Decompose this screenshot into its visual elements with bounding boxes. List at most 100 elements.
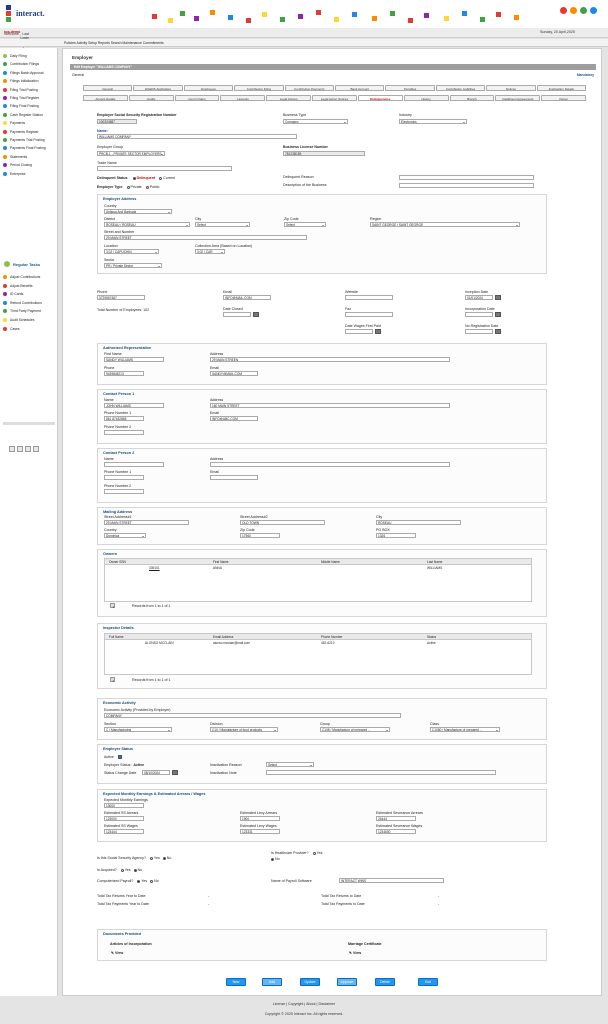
cp1-email-field[interactable]: INFO@ABC.COM: [210, 416, 258, 421]
acquired-no-radio[interactable]: [133, 868, 137, 872]
tab[interactable]: Inactivation Details: [536, 85, 586, 91]
economic-provided-field[interactable]: COMPANY: [104, 713, 401, 718]
employer-group-select[interactable]: PRCB-1 - PRIVATE SECTOR EMPLOYERS: [97, 151, 165, 156]
payroll-software-field[interactable]: INTERACT WINS: [339, 878, 444, 883]
sidebar-item[interactable]: Payments: [3, 120, 57, 128]
sidebar-item[interactable]: Filing Trial Register: [3, 95, 57, 103]
sidebar-item[interactable]: Contribution Filings: [3, 61, 57, 69]
column-header[interactable]: Owner SSN: [109, 560, 126, 564]
footer-links[interactable]: License | Copyright | About | Disclaimer: [0, 1002, 608, 1006]
tab[interactable]: Contribution Liabilities: [435, 85, 486, 91]
tab[interactable]: General: [83, 85, 133, 91]
status-change-date-field[interactable]: 08/10/2024: [142, 770, 170, 775]
status-change-calendar-icon[interactable]: [172, 770, 178, 775]
prev-page-icon[interactable]: [17, 446, 23, 452]
eco-class-select[interactable]: C1080 / Manufacture of prepared ...: [430, 727, 500, 732]
no-registration-calendar-icon[interactable]: [495, 329, 501, 334]
table-row[interactable]: ALONSO MCCLAIN alonso.mcclain@mail.com 462…: [105, 641, 531, 647]
sidebar-task-item[interactable]: Refund Contributions: [3, 300, 57, 308]
sidebar-item[interactable]: Payments Register: [3, 129, 57, 137]
zip-select[interactable]: Select: [284, 222, 326, 227]
approve-button[interactable]: Approve: [337, 978, 357, 986]
fax-field[interactable]: [345, 312, 393, 317]
country-select[interactable]: Antigua And Barbuda: [104, 209, 172, 214]
date-closed-field[interactable]: [223, 312, 251, 317]
location-select[interactable]: 3.02 / CAPUCHIN: [104, 249, 159, 254]
sidebar-item[interactable]: Daily Filing: [3, 53, 57, 61]
tab[interactable]: Arrears Details: [83, 95, 128, 101]
table-cell[interactable]: 339101: [149, 566, 160, 570]
date-closed-calendar-icon[interactable]: [253, 312, 259, 317]
logout-icon[interactable]: [590, 7, 597, 14]
ssrn-field[interactable]: 100324587: [97, 119, 137, 124]
tab[interactable]: EGERS Application: [133, 85, 183, 91]
cp2-name-field[interactable]: [104, 462, 164, 467]
healthcare-yes-radio[interactable]: [312, 851, 316, 855]
mail-zip-field[interactable]: 17960: [240, 533, 280, 538]
sidebar-item[interactable]: Payments Final Posting: [3, 145, 57, 153]
business-type-select[interactable]: Company: [283, 119, 348, 124]
tab[interactable]: Branch: [449, 95, 495, 101]
incorporation-calendar-icon[interactable]: [495, 312, 501, 317]
regular-tasks-group[interactable]: Regular Tasks: [4, 260, 56, 270]
sidebar-item[interactable]: Period Closing: [3, 162, 57, 170]
first-page-icon[interactable]: [9, 446, 15, 452]
active-checkbox[interactable]: [118, 755, 122, 759]
inactivation-note-field[interactable]: [266, 770, 496, 775]
last-page-icon[interactable]: [33, 446, 39, 452]
name-field[interactable]: WILLIAMS COMPANY: [97, 134, 297, 139]
severance-arrears-field[interactable]: 24444: [376, 816, 416, 821]
severance-wages-field[interactable]: 1234600: [376, 829, 416, 834]
column-header[interactable]: Full Name: [109, 635, 124, 639]
tab[interactable]: Contribution Payments: [284, 85, 334, 91]
cp2-phone2-field[interactable]: [104, 489, 144, 494]
user-icon[interactable]: [570, 7, 577, 14]
delete-button[interactable]: Delete: [375, 978, 395, 986]
private-radio[interactable]: [126, 185, 130, 189]
tab[interactable]: Notices: [486, 85, 536, 91]
help-icon[interactable]: [580, 7, 587, 14]
tab[interactable]: Owner: [541, 95, 586, 101]
levy-wages-field[interactable]: 123331: [240, 829, 280, 834]
collection-area-select[interactable]: 3.02 / CAR: [195, 249, 225, 254]
tab[interactable]: Contribution Filing: [234, 85, 284, 91]
next-page-icon[interactable]: [25, 446, 31, 452]
eme-field[interactable]: 19000: [104, 803, 144, 808]
mail-street2-field[interactable]: OLD TOWN: [240, 520, 325, 525]
wages-first-paid-field[interactable]: [345, 329, 373, 334]
healthcare-no-radio[interactable]: [271, 857, 274, 861]
sidebar-task-item[interactable]: ID Cards: [3, 291, 57, 299]
inspector-page-button[interactable]: 1: [110, 677, 115, 683]
column-header[interactable]: Middle Name: [321, 560, 340, 564]
update-button[interactable]: Update: [300, 978, 320, 986]
website-field[interactable]: [345, 295, 393, 300]
app-logo[interactable]: interact.: [6, 5, 68, 22]
district-select[interactable]: ROSEAU / ROSEAU: [104, 222, 190, 227]
wages-calendar-icon[interactable]: [375, 329, 381, 334]
auth-phone-field[interactable]: 9439845213: [104, 371, 144, 376]
menu-items[interactable]: Policies Activity Setup Reports Search M…: [64, 41, 164, 45]
no-registration-field[interactable]: [465, 329, 493, 334]
inactivation-reason-select[interactable]: Select: [266, 762, 314, 767]
tab[interactable]: Employees: [183, 85, 234, 91]
mail-country-select[interactable]: Dominica: [104, 533, 146, 538]
tab[interactable]: History: [403, 95, 449, 101]
column-header[interactable]: Status: [427, 635, 436, 639]
delinquent-radio[interactable]: [132, 176, 136, 180]
incorporation-field[interactable]: [465, 312, 493, 317]
tab[interactable]: Bank Account: [335, 85, 385, 91]
eco-group-select[interactable]: C108 / Manufacture of prepared ...: [320, 727, 390, 732]
street-field[interactable]: 29 MAIN STREET: [104, 235, 307, 240]
cp1-phone2-field[interactable]: [104, 430, 144, 435]
sidebar-item[interactable]: Filing Trial Posting: [3, 87, 57, 95]
current-radio[interactable]: [159, 176, 163, 180]
sidebar-task-item[interactable]: Third Party Payment: [3, 308, 57, 316]
tab[interactable]: Lawsuits: [220, 95, 266, 101]
cp2-email-field[interactable]: [210, 475, 258, 480]
cp2-address-field[interactable]: [210, 462, 450, 467]
delinquent-reason-field[interactable]: [399, 175, 534, 180]
auth-first-name-field[interactable]: SANDY WILLIAMS: [104, 357, 164, 362]
public-radio[interactable]: [145, 185, 149, 189]
owners-page-button[interactable]: 1: [110, 603, 115, 609]
column-header[interactable]: First Name: [213, 560, 229, 564]
